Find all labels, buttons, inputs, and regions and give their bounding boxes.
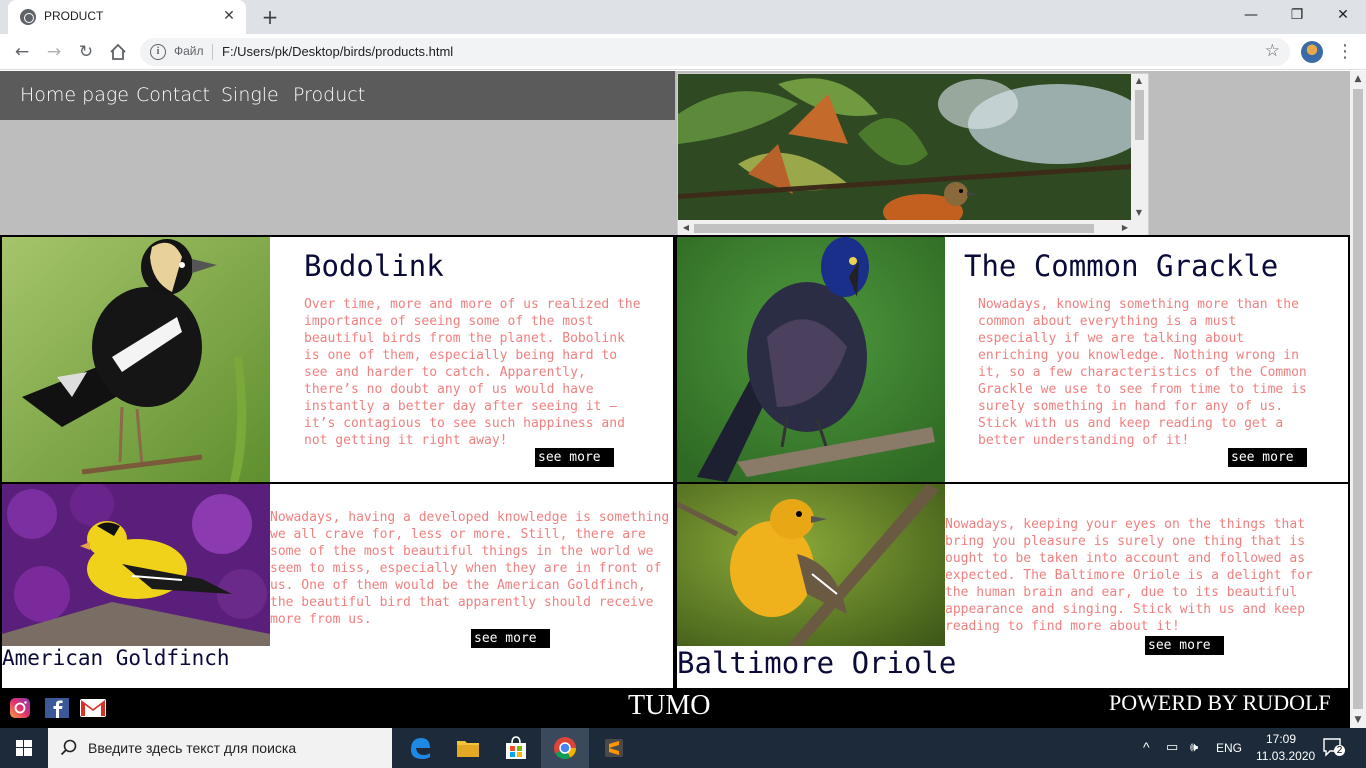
goldfinch-photo: [2, 484, 270, 646]
card-title: The Common Grackle: [964, 249, 1279, 283]
see-more-button[interactable]: see more: [1228, 448, 1307, 467]
restore-button[interactable]: ❐: [1274, 0, 1320, 30]
facebook-icon[interactable]: [44, 698, 70, 718]
home-icon: [110, 43, 126, 60]
omnibox-divider: [212, 44, 213, 60]
folder-icon: [457, 741, 479, 757]
instagram-icon[interactable]: [8, 698, 34, 718]
scroll-right-icon[interactable]: ▶: [1118, 221, 1132, 235]
footer-powered-by: POWERD BY RUDOLF: [1109, 690, 1331, 715]
clock-date[interactable]: 11.03.2020: [1256, 749, 1315, 763]
card-title: Bodolink: [304, 249, 444, 283]
bird-card-bodolink: Bodolink Over time, more and more of us …: [0, 235, 675, 484]
frame-hscroll-thumb[interactable]: [694, 224, 1094, 233]
tab-title: PRODUCT: [44, 9, 104, 23]
close-window-button[interactable]: ✕: [1320, 0, 1366, 30]
scroll-up-icon[interactable]: ▲: [1132, 74, 1146, 88]
search-icon: [60, 739, 77, 756]
site-navbar: Home page Contact Single Product: [0, 71, 675, 120]
browser-toolbar: ← → ↻ i Файл F:/Users/pk/Desktop/birds/p…: [0, 34, 1366, 70]
frame-vscroll-thumb[interactable]: [1135, 90, 1144, 140]
card-title: American Goldfinch: [2, 646, 230, 670]
info-icon[interactable]: i: [150, 44, 166, 60]
card-description: Nowadays, knowing something more than th…: [978, 297, 1307, 448]
browser-tab[interactable]: PRODUCT ✕: [8, 0, 246, 34]
card-description: Over time, more and more of us realized …: [304, 297, 641, 448]
reload-button[interactable]: ↻: [74, 40, 98, 64]
frame-vertical-scrollbar[interactable]: ▲ ▼: [1131, 74, 1148, 222]
file-explorer-app[interactable]: [444, 728, 492, 768]
oriole-photo: [677, 484, 945, 646]
bird-card-baltimore-oriole: Nowadays, keeping your eyes on the thing…: [675, 482, 1350, 690]
forward-button[interactable]: →: [42, 40, 66, 64]
bookmark-star-icon[interactable]: ☆: [1265, 41, 1280, 61]
start-button[interactable]: [0, 728, 48, 768]
forest-bird-photo: [678, 74, 1133, 222]
card-title: Baltimore Oriole: [677, 646, 957, 680]
language-indicator[interactable]: ENG: [1216, 741, 1242, 755]
sublime-icon: [605, 739, 623, 757]
nav-product-link[interactable]: Product: [293, 84, 365, 106]
browser-tabstrip: PRODUCT ✕ + — ❐ ✕: [0, 0, 1366, 34]
url-text[interactable]: F:/Users/pk/Desktop/birds/products.html: [222, 44, 453, 59]
see-more-button[interactable]: see more: [535, 448, 614, 467]
notification-badge: 2: [1334, 745, 1345, 756]
network-icon[interactable]: ▭: [1166, 739, 1178, 755]
edge-icon: [411, 738, 430, 759]
store-icon: [506, 736, 526, 759]
close-tab-icon[interactable]: ✕: [220, 7, 238, 25]
card-description: Nowadays, keeping your eyes on the thing…: [945, 517, 1313, 634]
page-viewport: Home page Contact Single Product ▲ ▼ ◀ ▶…: [0, 71, 1350, 728]
site-footer: TUMO POWERD BY RUDOLF: [0, 688, 1350, 728]
bird-card-american-goldfinch: Nowadays, having a developed knowledge i…: [0, 482, 675, 690]
scroll-up-icon[interactable]: ▲: [1350, 71, 1366, 87]
minimize-button[interactable]: —: [1228, 0, 1274, 30]
edge-app[interactable]: [396, 728, 444, 768]
scheme-label: Файл: [174, 44, 204, 58]
search-placeholder: Введите здесь текст для поиска: [88, 740, 297, 756]
page-vertical-scrollbar[interactable]: ▲ ▼: [1350, 71, 1366, 728]
back-button[interactable]: ←: [10, 40, 34, 64]
bird-card-common-grackle: The Common Grackle Nowadays, knowing som…: [675, 235, 1350, 484]
grackle-photo: [677, 237, 945, 482]
home-button[interactable]: [106, 40, 130, 64]
windows-logo-icon: [16, 740, 32, 756]
scroll-left-icon[interactable]: ◀: [679, 221, 693, 235]
scroll-down-icon[interactable]: ▼: [1132, 206, 1146, 220]
profile-avatar[interactable]: [1301, 41, 1323, 63]
bobolink-photo: [2, 237, 270, 482]
nav-single-link[interactable]: Single: [221, 84, 279, 106]
globe-icon: [20, 9, 36, 25]
page-scroll-thumb[interactable]: [1353, 89, 1363, 709]
address-bar[interactable]: i Файл F:/Users/pk/Desktop/birds/product…: [140, 38, 1290, 66]
chrome-app[interactable]: [541, 728, 589, 768]
see-more-button[interactable]: see more: [1145, 636, 1224, 655]
card-description: Nowadays, having a developed knowledge i…: [270, 510, 670, 627]
chrome-icon: [554, 737, 576, 759]
new-tab-button[interactable]: +: [258, 5, 282, 29]
sublime-text-app[interactable]: [590, 728, 638, 768]
nav-contact-link[interactable]: Contact: [136, 84, 210, 106]
see-more-button[interactable]: see more: [471, 629, 550, 648]
tray-chevron-icon[interactable]: ^: [1143, 739, 1150, 755]
embedded-photo-frame[interactable]: ▲ ▼ ◀ ▶: [677, 73, 1149, 238]
store-app[interactable]: [492, 728, 540, 768]
windows-taskbar: Введите здесь текст для поиска ^ ▭ 🕪 ENG…: [0, 728, 1366, 768]
scroll-down-icon[interactable]: ▼: [1350, 712, 1366, 728]
nav-home-link[interactable]: Home page: [20, 84, 129, 106]
gmail-icon[interactable]: [80, 698, 106, 718]
volume-icon[interactable]: 🕪: [1190, 739, 1198, 755]
taskbar-search-box[interactable]: Введите здесь текст для поиска: [48, 728, 392, 768]
footer-brand: TUMO: [628, 690, 711, 721]
more-menu-icon[interactable]: ⋮: [1336, 40, 1354, 64]
clock-time[interactable]: 17:09: [1266, 732, 1296, 746]
notification-center-button[interactable]: 2: [1322, 737, 1346, 759]
